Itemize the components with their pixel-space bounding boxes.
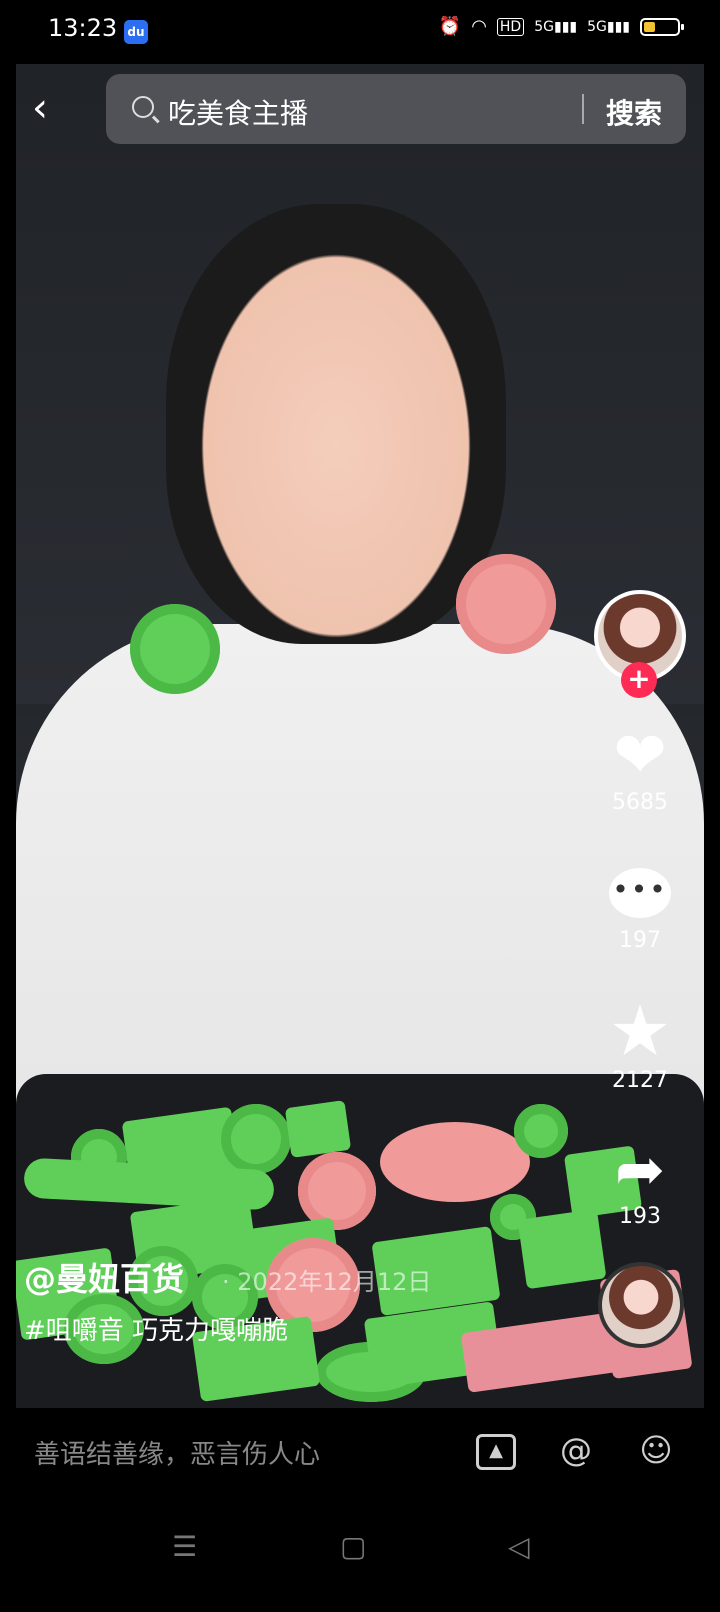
search-icon (132, 96, 154, 118)
menu-nav-icon[interactable]: ☰ (172, 1530, 197, 1563)
music-disc[interactable] (598, 1262, 684, 1348)
chevron-left-icon: ‹ (32, 85, 48, 131)
heart-icon: ❤ (613, 719, 667, 793)
video-candy (517, 1208, 607, 1290)
battery-cap (681, 23, 684, 30)
signal-label-1: 5G (534, 18, 554, 35)
wifi-icon: ◠ (471, 16, 487, 37)
status-bar: 13:23 du ⏰ ◠ HD 5G▮▮▮ 5G▮▮▮ (0, 0, 720, 64)
comment-icon: ••• (609, 868, 671, 918)
battery-icon (640, 17, 684, 36)
share-count: 193 (619, 1204, 661, 1229)
share-icon: ➦ (614, 1135, 666, 1205)
comment-bar: 善语结善缘，恶言伤人心 ▲ @ ☺ (0, 1408, 720, 1494)
hd-icon: HD (496, 17, 525, 36)
search-button[interactable]: 搜索 (606, 92, 662, 132)
video-pink-candy (456, 554, 556, 654)
search-bar[interactable]: 吃美食主播 搜索 (106, 74, 686, 144)
comment-dots: ••• (612, 873, 668, 906)
post-date: · 2022年12月12日 (222, 1268, 432, 1296)
video-green-candy (130, 604, 220, 694)
search-input[interactable]: 吃美食主播 (168, 92, 308, 132)
status-time: 13:23 (48, 14, 118, 42)
video-candy (380, 1122, 530, 1202)
comment-input[interactable]: 善语结善缘，恶言伤人心 (34, 1434, 320, 1471)
search-divider (582, 94, 584, 124)
comment-count: 197 (619, 928, 661, 953)
favorite-action[interactable]: ★ 2127 (600, 996, 680, 1093)
signal-icon-1: 5G▮▮▮ (534, 18, 578, 35)
video-candy-tray (16, 1074, 704, 1408)
share-action[interactable]: ➦ 193 (600, 1138, 680, 1229)
system-nav-bar: ☰ ▢ ◁ (0, 1494, 720, 1612)
baidu-app-icon: du (124, 20, 148, 44)
status-icons: ⏰ ◠ HD 5G▮▮▮ 5G▮▮▮ (438, 16, 684, 37)
signal-label-2: 5G (587, 18, 607, 35)
video-description[interactable]: #咀嚼音 巧克力嘎嘣脆 (24, 1310, 288, 1347)
comment-action[interactable]: ••• 197 (600, 868, 680, 953)
back-nav-icon[interactable]: ◁ (508, 1530, 530, 1563)
video-person-face (166, 204, 506, 644)
like-action[interactable]: ❤ 5685 (600, 724, 680, 815)
alarm-icon: ⏰ (438, 16, 462, 37)
video-candy (298, 1152, 376, 1230)
star-icon: ★ (608, 990, 672, 1072)
emoji-icon[interactable]: ☺ (636, 1430, 676, 1470)
video-candy (221, 1104, 291, 1174)
follow-button[interactable]: + (621, 662, 657, 698)
battery-level (644, 21, 656, 32)
video-candy (514, 1104, 568, 1158)
video-candy (284, 1100, 352, 1158)
like-count: 5685 (612, 790, 668, 815)
author-name[interactable]: @曼妞百货 (24, 1254, 184, 1300)
image-icon[interactable]: ▲ (476, 1434, 516, 1470)
post-date-text: 2022年12月12日 (237, 1268, 432, 1296)
signal-icon-2: 5G▮▮▮ (587, 18, 630, 35)
back-button[interactable]: ‹ (32, 86, 72, 134)
home-nav-icon[interactable]: ▢ (340, 1530, 366, 1563)
at-icon[interactable]: @ (556, 1430, 596, 1470)
